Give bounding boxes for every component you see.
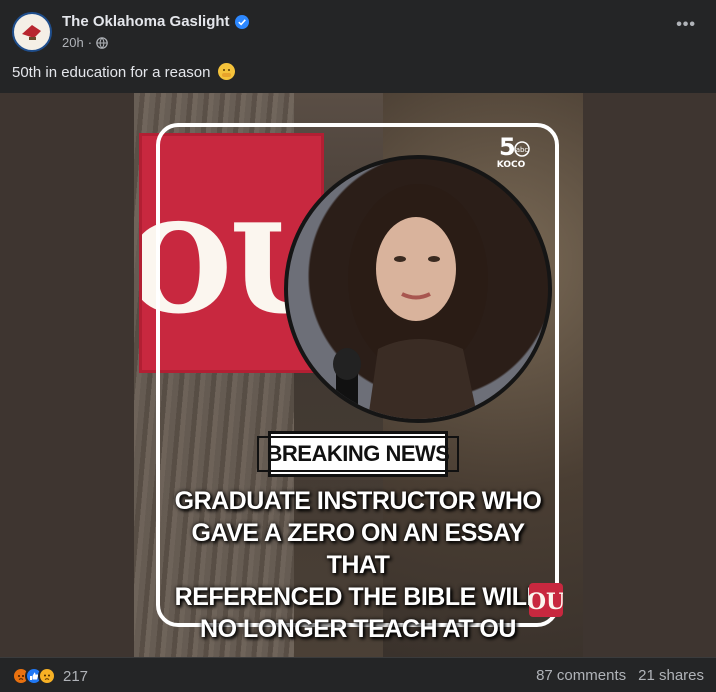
headline-line: GAVE A ZERO ON AN ESSAY THAT: [191, 519, 525, 579]
verified-badge-icon: [234, 14, 249, 29]
caption-text: 50th in education for a reason: [12, 64, 211, 81]
hand-over-mouth-emoji-icon: [217, 63, 235, 80]
ou-small-logo: OU: [527, 583, 565, 617]
post-header: The Oklahoma Gaslight 20h · •••: [0, 0, 716, 58]
svg-text:abc: abc: [516, 146, 529, 154]
meta-separator: ·: [87, 35, 93, 50]
author-name-row[interactable]: The Oklahoma Gaslight: [62, 13, 249, 30]
post-time[interactable]: 20h: [62, 35, 84, 50]
post-media[interactable]: OU 5 abc KOCO BREAKING NEWS GRADUATE INS…: [0, 93, 716, 657]
post-footer: 217 87 comments 21 shares: [0, 657, 716, 692]
reaction-count[interactable]: 217: [63, 668, 88, 685]
headline-line: REFERENCED THE BIBLE WILL: [174, 583, 542, 611]
sad-icon: [38, 667, 56, 685]
news-image[interactable]: OU 5 abc KOCO BREAKING NEWS GRADUATE INS…: [134, 93, 583, 657]
news-headline: GRADUATE INSTRUCTOR WHO GAVE A ZERO ON A…: [160, 485, 556, 645]
headline-line: GRADUATE INSTRUCTOR WHO: [174, 487, 542, 515]
page-avatar[interactable]: [12, 12, 52, 52]
shares-count[interactable]: 21 shares: [638, 667, 704, 684]
breaking-news-text: BREAKING NEWS: [256, 436, 460, 472]
headline-line: NO LONGER TEACH AT OU: [200, 615, 516, 643]
engagement-stats: 87 comments 21 shares: [536, 667, 704, 684]
globe-icon: [96, 36, 108, 49]
reactions-summary[interactable]: 217: [12, 667, 88, 685]
more-options-button[interactable]: •••: [676, 16, 696, 34]
lamp-logo-icon: [15, 15, 49, 49]
author-name[interactable]: The Oklahoma Gaslight: [62, 13, 230, 30]
svg-text:5: 5: [499, 133, 516, 161]
post-meta: 20h ·: [62, 35, 108, 50]
speaker-portrait: [284, 155, 552, 423]
svg-text:OU: OU: [529, 589, 563, 615]
svg-text:KOCO: KOCO: [497, 160, 526, 170]
comments-count[interactable]: 87 comments: [536, 667, 626, 684]
post-caption: 50th in education for a reason: [12, 63, 235, 81]
koco-5-logo: 5 abc KOCO: [491, 131, 535, 171]
breaking-news-badge: BREAKING NEWS: [256, 431, 460, 477]
